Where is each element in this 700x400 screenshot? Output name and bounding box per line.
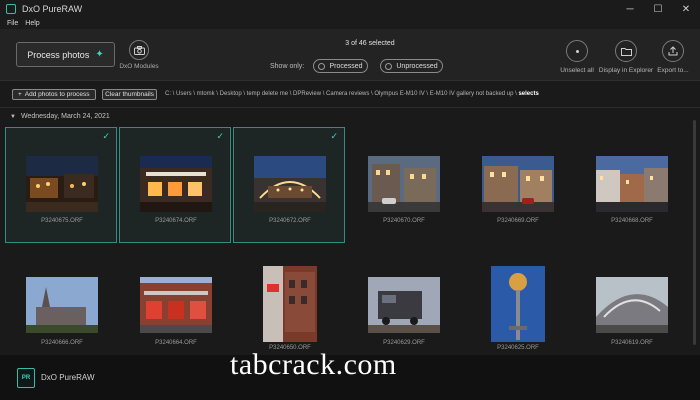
date-group-header[interactable]: ▼ Wednesday, March 24, 2021 <box>10 113 110 120</box>
file-name: P3240629.ORF <box>383 340 425 346</box>
filter-unprocessed-button[interactable]: Unprocessed <box>380 59 443 73</box>
export-to-button[interactable]: Export to... <box>648 40 698 74</box>
check-icon: ✓ <box>330 131 338 141</box>
photo-thumbnail <box>140 156 212 212</box>
clear-thumbnails-button[interactable]: Clear thumbnails <box>102 88 157 100</box>
close-button[interactable]: ✕ <box>672 0 700 18</box>
selection-count: 3 of 46 selected <box>345 40 395 47</box>
file-name: P3240664.ORF <box>155 340 197 346</box>
filter-unprocessed-label: Unprocessed <box>396 62 438 70</box>
menu-bar: File Help <box>0 18 700 29</box>
path-bar: + Add photos to process Clear thumbnails… <box>0 86 700 102</box>
add-photos-button[interactable]: + Add photos to process <box>12 88 96 100</box>
radio-icon <box>385 62 393 70</box>
date-group-label: Wednesday, March 24, 2021 <box>20 113 110 120</box>
thumbnail-card[interactable]: P3240669.ORF <box>461 127 573 243</box>
breadcrumb-current[interactable]: selects <box>518 91 538 97</box>
photo-thumbnail <box>254 156 326 212</box>
divider <box>0 107 700 108</box>
file-name: P3240668.ORF <box>611 218 653 224</box>
sparkle-icon: ✦ <box>95 49 104 60</box>
export-to-label: Export to... <box>657 67 689 74</box>
process-photos-button[interactable]: Process photos ✦ <box>16 42 115 67</box>
radio-icon <box>318 62 326 70</box>
caret-down-icon: ▼ <box>10 113 16 120</box>
breadcrumb: C: \ Users \ mtomk \ Desktop \ temp dele… <box>165 91 539 97</box>
display-in-explorer-label: Display in Explorer <box>598 67 654 74</box>
export-icon <box>662 40 684 62</box>
photo-thumbnail <box>140 277 212 333</box>
dot-circle-icon <box>566 40 588 62</box>
add-photos-label: Add photos to process <box>24 90 90 98</box>
display-in-explorer-button[interactable]: Display in Explorer <box>598 40 654 74</box>
thumbnail-card[interactable]: ✓ P3240672.ORF <box>233 127 345 243</box>
check-icon: ✓ <box>102 131 110 141</box>
photo-thumbnail <box>368 277 440 333</box>
camera-icon <box>129 40 149 60</box>
folder-icon <box>615 40 637 62</box>
app-logo-icon <box>6 4 16 14</box>
filter-processed-button[interactable]: Processed <box>313 59 368 73</box>
title-bar: DxO PureRAW ─ ☐ ✕ <box>0 0 700 18</box>
file-name: P3240670.ORF <box>383 218 425 224</box>
thumbnail-card[interactable]: ✓ P3240675.ORF <box>5 127 117 243</box>
file-name: P3240666.ORF <box>41 340 83 346</box>
photo-thumbnail <box>491 266 545 342</box>
unselect-all-button[interactable]: Unselect all <box>552 40 602 74</box>
window-controls: ─ ☐ ✕ <box>616 0 700 18</box>
thumbnail-card[interactable]: ✓ P3240674.ORF <box>119 127 231 243</box>
file-name: P3240674.ORF <box>155 218 197 224</box>
plus-icon: + <box>18 90 22 98</box>
process-photos-label: Process photos <box>27 49 90 60</box>
photo-thumbnail <box>26 156 98 212</box>
photo-thumbnail <box>26 277 98 333</box>
maximize-button[interactable]: ☐ <box>644 0 672 18</box>
file-name: P3240625.ORF <box>497 345 539 351</box>
pureraw-logo-icon: PR <box>17 367 35 388</box>
dxo-modules-label: DxO Modules <box>119 63 159 70</box>
file-name: P3240619.ORF <box>611 340 653 346</box>
file-name: P3240672.ORF <box>269 218 311 224</box>
thumbnail-card[interactable]: P3240670.ORF <box>347 127 459 243</box>
vertical-scrollbar[interactable] <box>693 120 696 345</box>
thumbnail-card[interactable]: P3240668.ORF <box>575 127 687 243</box>
photo-thumbnail <box>482 156 554 212</box>
toolbar: Process photos ✦ DxO Modules 3 of 46 sel… <box>0 29 700 81</box>
breadcrumb-path[interactable]: C: \ Users \ mtomk \ Desktop \ temp dele… <box>165 91 518 97</box>
filter-processed-label: Processed <box>329 62 363 70</box>
photo-thumbnail <box>368 156 440 212</box>
menu-file[interactable]: File <box>7 20 18 27</box>
file-name: P3240675.ORF <box>41 218 83 224</box>
window-title: DxO PureRAW <box>22 4 83 14</box>
photo-thumbnail <box>596 277 668 333</box>
photo-thumbnail <box>596 156 668 212</box>
show-only-label: Show only: <box>270 63 305 70</box>
footer-app-name: DxO PureRAW <box>41 373 95 382</box>
unselect-all-label: Unselect all <box>560 67 594 74</box>
watermark-text: tabcrack.com <box>230 348 397 381</box>
file-name: P3240669.ORF <box>497 218 539 224</box>
photo-thumbnail <box>263 266 317 342</box>
dxo-modules-button[interactable]: DxO Modules <box>118 40 160 80</box>
minimize-button[interactable]: ─ <box>616 0 644 18</box>
thumbnail-grid: ✓ P3240675.ORF ✓ P3240674.ORF ✓ P3240672… <box>5 127 689 354</box>
check-icon: ✓ <box>216 131 224 141</box>
menu-help[interactable]: Help <box>25 20 39 27</box>
